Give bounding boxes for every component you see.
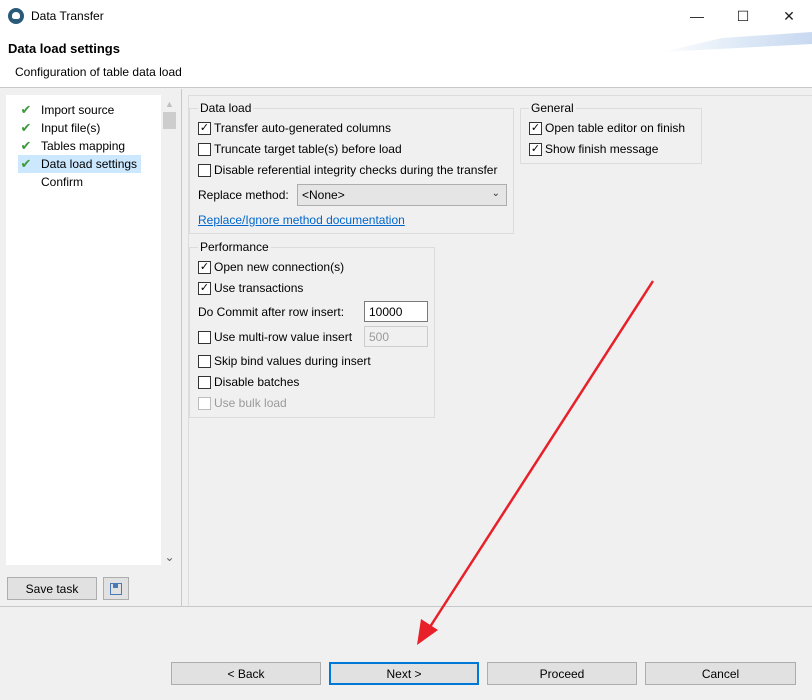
data-load-group: Data load ✓ Transfer auto-generated colu… bbox=[189, 101, 514, 234]
checkbox-label: Use bulk load bbox=[214, 396, 287, 410]
maximize-button[interactable]: ☐ bbox=[720, 0, 766, 32]
checkbox-box[interactable]: ✓ bbox=[198, 121, 211, 135]
step-label: Input file(s) bbox=[41, 121, 101, 135]
checkbox-box[interactable]: ✓ bbox=[529, 121, 542, 135]
check-icon: ✔ bbox=[20, 138, 32, 153]
checkbox-box[interactable]: ✓ bbox=[198, 260, 211, 274]
multi-row-count-input[interactable]: 500 bbox=[364, 326, 428, 347]
commit-after-label: Do Commit after row insert: bbox=[198, 305, 345, 319]
scroll-up-icon[interactable]: ▲ bbox=[161, 95, 178, 112]
open-table-editor-checkbox[interactable]: ✓ Open table editor on finish bbox=[529, 121, 685, 135]
step-data-load-settings[interactable]: ✔ Data load settings bbox=[18, 155, 142, 173]
save-icon bbox=[110, 582, 122, 595]
multi-row-insert-checkbox[interactable]: Use multi-row value insert bbox=[198, 330, 352, 344]
close-button[interactable]: ✕ bbox=[766, 0, 812, 32]
checkbox-box bbox=[198, 396, 211, 410]
replace-method-select[interactable]: <None> ⌄ bbox=[297, 184, 507, 206]
page-title: Data load settings bbox=[8, 41, 120, 56]
skip-bind-values-checkbox[interactable]: Skip bind values during insert bbox=[198, 354, 371, 368]
cancel-button[interactable]: Cancel bbox=[645, 662, 796, 685]
next-button[interactable]: Next > bbox=[329, 662, 479, 685]
group-title: Performance bbox=[198, 240, 271, 254]
commit-after-input[interactable]: 10000 bbox=[364, 301, 428, 322]
performance-group: Performance ✓ Open new connection(s) ✓ U… bbox=[189, 240, 435, 418]
checkbox-box[interactable] bbox=[198, 354, 211, 368]
scroll-thumb[interactable] bbox=[163, 112, 176, 129]
group-title: Data load bbox=[198, 101, 254, 115]
page-description: Configuration of table data load bbox=[15, 65, 182, 79]
check-icon: ✔ bbox=[20, 156, 32, 171]
checkbox-label: Skip bind values during insert bbox=[214, 354, 371, 368]
title-bar: Data Transfer — ☐ ✕ bbox=[0, 0, 812, 32]
check-icon: ✔ bbox=[20, 120, 32, 135]
show-finish-message-checkbox[interactable]: ✓ Show finish message bbox=[529, 142, 658, 156]
step-tables-mapping[interactable]: ✔ Tables mapping bbox=[18, 137, 129, 155]
replace-method-label: Replace method: bbox=[198, 188, 289, 202]
step-input-files[interactable]: ✔ Input file(s) bbox=[18, 119, 104, 137]
checkbox-label: Disable batches bbox=[214, 375, 300, 389]
disable-batches-checkbox[interactable]: Disable batches bbox=[198, 375, 299, 389]
scroll-down-icon[interactable]: ⌄ bbox=[161, 548, 178, 565]
checkbox-label: Use multi-row value insert bbox=[214, 330, 353, 344]
step-label: Import source bbox=[41, 103, 115, 117]
wizard-steps-tree: ✔ Import source ✔ Input file(s) ✔ Tables… bbox=[6, 95, 161, 565]
minimize-button[interactable]: — bbox=[674, 0, 720, 32]
disable-referential-checkbox[interactable]: Disable referential integrity checks dur… bbox=[198, 163, 497, 177]
checkbox-label: Disable referential integrity checks dur… bbox=[214, 163, 498, 177]
chevron-down-icon: ⌄ bbox=[491, 188, 500, 199]
checkbox-label: Truncate target table(s) before load bbox=[214, 142, 402, 156]
group-title: General bbox=[529, 101, 576, 115]
app-icon bbox=[8, 8, 24, 24]
step-label: Tables mapping bbox=[41, 139, 126, 153]
proceed-button[interactable]: Proceed bbox=[487, 662, 637, 685]
settings-area: Data load ✓ Transfer auto-generated colu… bbox=[188, 95, 812, 606]
truncate-target-checkbox[interactable]: Truncate target table(s) before load bbox=[198, 142, 402, 156]
check-icon: ✔ bbox=[20, 102, 32, 117]
step-confirm[interactable]: Confirm bbox=[18, 173, 87, 191]
checkbox-box[interactable]: ✓ bbox=[529, 142, 542, 156]
checkbox-label: Transfer auto-generated columns bbox=[214, 121, 391, 135]
step-label: Confirm bbox=[41, 175, 84, 189]
checkbox-label: Open table editor on finish bbox=[545, 121, 686, 135]
use-bulk-load-checkbox: Use bulk load bbox=[198, 396, 287, 410]
back-button[interactable]: < Back bbox=[171, 662, 321, 685]
checkbox-box[interactable] bbox=[198, 375, 211, 389]
use-transactions-checkbox[interactable]: ✓ Use transactions bbox=[198, 281, 303, 295]
checkbox-box[interactable] bbox=[198, 330, 211, 344]
window-title: Data Transfer bbox=[31, 9, 104, 23]
settings-content: Data load ✓ Transfer auto-generated colu… bbox=[181, 89, 812, 606]
step-label: Data load settings bbox=[41, 157, 138, 171]
page-header: Data load settings Configuration of tabl… bbox=[0, 32, 812, 88]
wizard-steps-panel: ✔ Import source ✔ Input file(s) ✔ Tables… bbox=[0, 89, 178, 606]
step-import-source[interactable]: ✔ Import source bbox=[18, 101, 118, 119]
general-group: General ✓ Open table editor on finish ✓ … bbox=[520, 101, 702, 164]
banner-decoration bbox=[662, 32, 812, 52]
save-task-icon-button[interactable] bbox=[103, 577, 129, 600]
steps-scrollbar[interactable]: ▲ ⌄ bbox=[161, 95, 178, 565]
open-new-connection-checkbox[interactable]: ✓ Open new connection(s) bbox=[198, 260, 344, 274]
footer bbox=[0, 607, 812, 700]
checkbox-label: Open new connection(s) bbox=[214, 260, 345, 274]
transfer-auto-generated-checkbox[interactable]: ✓ Transfer auto-generated columns bbox=[198, 121, 391, 135]
checkbox-box[interactable] bbox=[198, 163, 211, 177]
checkbox-box[interactable]: ✓ bbox=[198, 281, 211, 295]
save-task-button[interactable]: Save task bbox=[7, 577, 97, 600]
checkbox-label: Use transactions bbox=[214, 281, 304, 295]
checkbox-label: Show finish message bbox=[545, 142, 659, 156]
replace-method-doc-link[interactable]: Replace/Ignore method documentation bbox=[198, 213, 405, 227]
select-value: <None> bbox=[302, 188, 345, 202]
checkbox-box[interactable] bbox=[198, 142, 211, 156]
